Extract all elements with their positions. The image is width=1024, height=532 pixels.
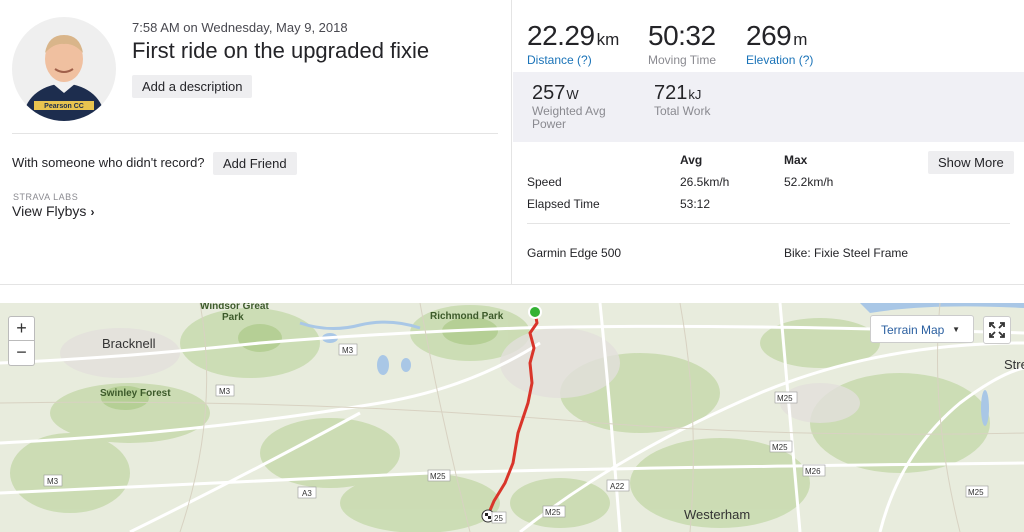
total-work-unit: kJ (688, 87, 702, 102)
weighted-power-stat: 257W Weighted Avg Power (532, 82, 606, 131)
add-friend-button[interactable]: Add Friend (213, 152, 297, 175)
caret-down-icon: ▼ (952, 325, 960, 334)
svg-text:M25: M25 (968, 488, 984, 497)
svg-text:Pearson CC: Pearson CC (44, 103, 84, 110)
elapsed-time-label: Elapsed Time (527, 197, 600, 211)
distance-stat: 22.29 km Distance (?) (527, 20, 619, 67)
stats-panel: 22.29 km Distance (?) 50:32 Moving Time 2… (513, 0, 1024, 284)
weighted-power-value: 257 (532, 82, 566, 104)
chevron-right-icon: › (90, 205, 95, 219)
speed-avg: 26.5km/h (680, 175, 730, 189)
svg-text:M25: M25 (777, 394, 793, 403)
svg-text:M3: M3 (47, 477, 59, 486)
route-map[interactable]: Windsor Great Park Richmond Park Brackne… (0, 303, 1024, 532)
svg-text:M25: M25 (772, 443, 788, 452)
road-shield-m25-partial: 25 (491, 511, 507, 524)
svg-text:M3: M3 (219, 387, 231, 396)
place-label: Windsor Great (200, 303, 269, 312)
moving-time-label: Moving Time (648, 53, 717, 67)
svg-text:25: 25 (494, 514, 503, 523)
svg-text:M25: M25 (430, 472, 446, 481)
moving-time-value: 50:32 (648, 20, 716, 51)
view-flybys-label: View Flybys (12, 203, 87, 219)
road-shield-m26: M26 (802, 464, 826, 477)
elevation-stat: 269 m Elevation (?) (746, 20, 813, 67)
road-shield-m25: M25 (769, 440, 793, 453)
svg-text:M3: M3 (342, 346, 354, 355)
place-label: Bracknell (102, 336, 156, 351)
start-marker (528, 305, 542, 319)
speed-max: 52.2km/h (784, 175, 834, 189)
svg-text:A22: A22 (610, 482, 625, 491)
speed-label: Speed (527, 175, 562, 189)
zoom-in-button[interactable]: + (8, 316, 35, 341)
map-type-dropdown[interactable]: Terrain Map ▼ (870, 315, 974, 343)
total-work-label: Total Work (654, 104, 711, 118)
road-shield-m25: M25 (965, 485, 989, 498)
road-shield-m3: M3 (43, 474, 63, 487)
avg-column-header: Avg (680, 153, 703, 167)
road-shield-a3: A3 (297, 486, 317, 499)
place-label: Park (222, 312, 244, 323)
distance-unit: km (596, 30, 620, 49)
fullscreen-icon (989, 322, 1005, 338)
map-type-label: Terrain Map (881, 323, 945, 337)
road-shield-m25: M25 (774, 391, 798, 404)
place-label: Westerham (684, 507, 750, 522)
divider (0, 284, 1024, 285)
road-shield-m25: M25 (427, 469, 451, 482)
svg-text:M25: M25 (545, 508, 561, 517)
weighted-power-label-2: Power (532, 117, 567, 131)
activity-title: First ride on the upgraded fixie (132, 38, 430, 63)
divider (527, 223, 1010, 224)
place-label: Stre (1004, 357, 1024, 372)
with-someone-prompt: With someone who didn't record? (12, 155, 205, 170)
divider (12, 133, 498, 134)
total-work-value: 721 (654, 82, 688, 104)
add-description-button[interactable]: Add a description (132, 75, 253, 98)
moving-time-stat: 50:32 Moving Time (648, 20, 716, 67)
device-name: Garmin Edge 500 (527, 246, 622, 260)
distance-label-link[interactable]: Distance (?) (527, 53, 619, 67)
svg-text:M26: M26 (805, 467, 821, 476)
road-shield-m25: M25 (542, 505, 566, 518)
athlete-avatar[interactable]: Pearson CC (12, 17, 116, 121)
road-shield-m3: M3 (338, 343, 358, 356)
show-more-button[interactable]: Show More (928, 151, 1014, 174)
view-flybys-link[interactable]: View Flybys › (12, 203, 94, 219)
place-label: Swinley Forest (100, 388, 171, 399)
activity-summary-panel: Pearson CC 7:58 AM on Wednesday, May 9, … (0, 0, 512, 284)
zoom-out-button[interactable]: − (8, 341, 35, 366)
svg-text:A3: A3 (302, 489, 312, 498)
max-column-header: Max (784, 153, 808, 167)
strava-labs-caption: STRAVA LABS (13, 192, 79, 202)
distance-value: 22.29 (527, 20, 595, 51)
road-shield-m3: M3 (215, 384, 235, 397)
activity-datetime: 7:58 AM on Wednesday, May 9, 2018 (132, 20, 348, 35)
road-shield-a22: A22 (606, 479, 630, 492)
total-work-stat: 721kJ Total Work (654, 82, 710, 118)
power-stats-box: 257W Weighted Avg Power 721kJ Total Work (513, 72, 1024, 142)
bike-name: Bike: Fixie Steel Frame (784, 246, 909, 260)
elapsed-time-avg: 53:12 (680, 197, 711, 211)
elevation-value: 269 (746, 20, 792, 51)
elevation-label-link[interactable]: Elevation (?) (746, 53, 813, 67)
elevation-unit: m (793, 30, 808, 49)
fullscreen-button[interactable] (983, 316, 1011, 344)
weighted-power-unit: W (566, 87, 579, 102)
place-label: Richmond Park (430, 311, 504, 322)
